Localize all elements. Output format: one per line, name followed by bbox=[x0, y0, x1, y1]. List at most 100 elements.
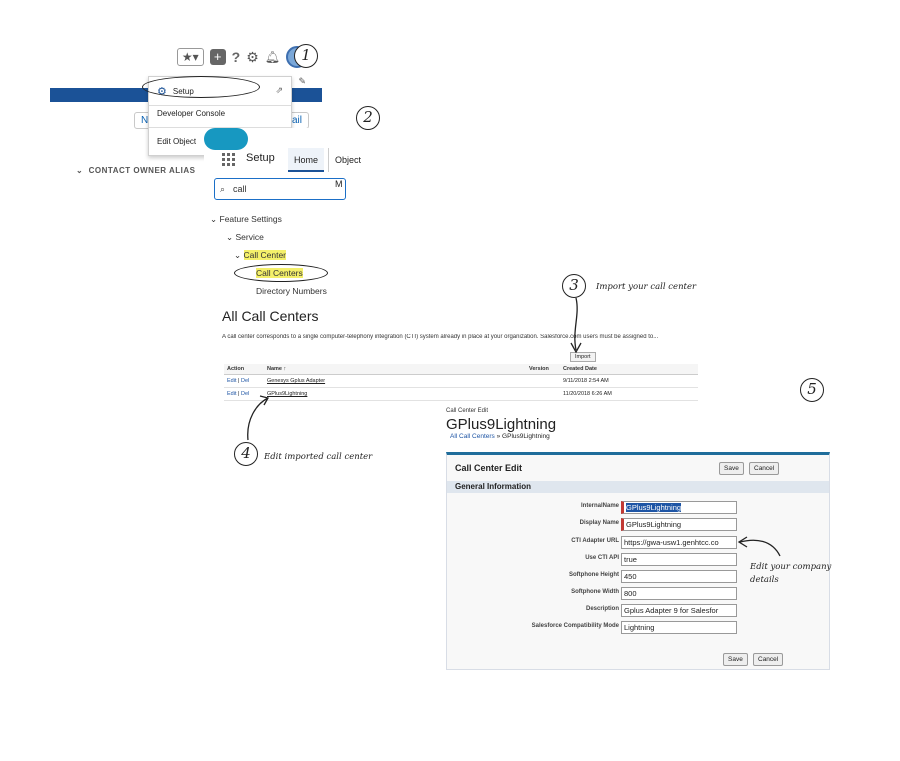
tab-object-manager[interactable]: Object M bbox=[328, 148, 364, 189]
app-title: Setup bbox=[246, 152, 275, 164]
del-link[interactable]: Del bbox=[241, 391, 249, 397]
chevron-down-icon: ⌄ bbox=[234, 250, 242, 260]
bell-icon[interactable]: 🔔︎ bbox=[265, 50, 280, 64]
softphone-height-input[interactable]: 450 bbox=[621, 570, 737, 583]
step-5-badge: 5 bbox=[800, 378, 824, 402]
page-title: All Call Centers bbox=[222, 308, 319, 324]
column-header-label: CONTACT OWNER ALIAS bbox=[88, 166, 196, 175]
company-details-note-1: Edit your company bbox=[750, 562, 832, 572]
column-header[interactable]: ⌄ CONTACT OWNER ALIAS bbox=[76, 166, 195, 175]
gear-icon[interactable]: ⚙ bbox=[246, 49, 259, 66]
chevron-down-icon: ⌄ bbox=[210, 214, 218, 224]
field-label: Description bbox=[585, 606, 619, 612]
field-label: CTI Adapter URL bbox=[571, 538, 619, 544]
setup-tree-panel: Setup Home Object M ⌕ call ⌄ Feature Set… bbox=[204, 128, 364, 300]
field-cti-adapter-url: CTI Adapter URL https://gwa-usw1.genhtcc… bbox=[447, 536, 829, 550]
field-label: Display Name bbox=[579, 520, 619, 526]
highlight-circle bbox=[234, 264, 328, 282]
salesforce-logo bbox=[204, 128, 248, 150]
field-label: Use CTI API bbox=[585, 555, 619, 561]
breadcrumb-separator: » bbox=[496, 433, 501, 440]
pencil-icon[interactable]: ✎ bbox=[298, 76, 306, 87]
field-value: GPlus9Lightning bbox=[626, 503, 682, 512]
save-button-bottom[interactable]: Save bbox=[723, 653, 748, 666]
col-action: Action bbox=[224, 364, 264, 375]
page-title: GPlus9Lightning bbox=[446, 416, 557, 433]
field-display-name: Display Name GPlus9Lightning bbox=[447, 518, 829, 532]
field-compatibility-mode: Salesforce Compatibility Mode Lightning bbox=[447, 621, 829, 635]
step-1-badge: 1 bbox=[294, 44, 318, 68]
display-name-input[interactable]: GPlus9Lightning bbox=[621, 518, 737, 531]
company-details-note-2: details bbox=[750, 575, 779, 585]
tree-label: Service bbox=[235, 232, 264, 242]
plus-icon[interactable]: + bbox=[209, 49, 226, 65]
internal-name-input[interactable]: GPlus9Lightning bbox=[621, 501, 737, 514]
del-link[interactable]: Del bbox=[241, 378, 249, 384]
edit-form: Call Center Edit Save Cancel General Inf… bbox=[446, 452, 830, 670]
help-icon[interactable]: ? bbox=[232, 49, 241, 65]
breadcrumb: All Call Centers » GPlus9Lightning bbox=[450, 433, 550, 440]
tree-directory-numbers[interactable]: Directory Numbers bbox=[256, 286, 327, 296]
field-description: Description Gplus Adapter 9 for Salesfor bbox=[447, 604, 829, 618]
edit-imported-note: Edit imported call center bbox=[264, 452, 373, 462]
search-value: call bbox=[233, 184, 247, 194]
field-label: Softphone Width bbox=[571, 589, 619, 595]
menu-item-label: Edit Object bbox=[157, 137, 197, 146]
row-actions: Edit | Del bbox=[224, 374, 264, 388]
version-cell bbox=[526, 387, 560, 401]
section-header: General Information bbox=[447, 481, 829, 493]
cancel-button-bottom[interactable]: Cancel bbox=[753, 653, 784, 666]
call-center-edit-panel: Call Center Edit GPlus9Lightning All Cal… bbox=[440, 404, 840, 672]
step-4-badge: 4 bbox=[234, 442, 258, 466]
field-label: InternalName bbox=[580, 503, 619, 509]
softphone-width-input[interactable]: 800 bbox=[621, 587, 737, 600]
field-internal-name: InternalName GPlus9Lightning bbox=[447, 501, 829, 515]
step-2-badge: 2 bbox=[356, 106, 380, 130]
call-center-name-link[interactable]: GPlus9Lightning bbox=[267, 391, 307, 397]
save-button[interactable]: Save bbox=[719, 462, 744, 475]
chevron-down-icon: ⌄ bbox=[226, 232, 234, 242]
tree-feature-settings[interactable]: ⌄ Feature Settings bbox=[210, 214, 282, 225]
table-header: Action Name ↑ Version Created Date bbox=[224, 364, 698, 375]
app-launcher-icon[interactable] bbox=[222, 153, 235, 166]
field-label: Salesforce Compatibility Mode bbox=[531, 623, 619, 629]
created-cell: 9/11/2018 2:54 AM bbox=[560, 374, 698, 388]
highlight-circle bbox=[142, 76, 260, 98]
tab-home[interactable]: Home bbox=[288, 148, 325, 172]
page-description: A call center corresponds to a single co… bbox=[222, 334, 659, 340]
cancel-button[interactable]: Cancel bbox=[749, 462, 780, 475]
breadcrumb-all-call-centers[interactable]: All Call Centers bbox=[450, 433, 495, 440]
cti-adapter-url-input[interactable]: https://gwa-usw1.genhtcc.co bbox=[621, 536, 737, 549]
call-centers-table: Action Name ↑ Version Created Date Edit … bbox=[224, 364, 698, 401]
tree-label: Directory Numbers bbox=[256, 286, 327, 296]
quick-find-input[interactable]: ⌕ call bbox=[214, 178, 346, 200]
breadcrumb-current: GPlus9Lightning bbox=[502, 433, 550, 440]
import-button[interactable]: Import bbox=[570, 352, 596, 362]
compatibility-mode-input[interactable]: Lightning bbox=[621, 621, 737, 634]
menu-item-edit-object[interactable]: Edit Object bbox=[157, 137, 196, 146]
global-header-toolbar: ★▾ + ? ⚙ 🔔︎ bbox=[176, 46, 308, 68]
step-3-badge: 3 bbox=[562, 274, 586, 298]
row-actions: Edit | Del bbox=[224, 387, 264, 401]
chevron-down-icon: ⌄ bbox=[76, 166, 84, 175]
page-type-label: Call Center Edit bbox=[446, 408, 489, 414]
col-name[interactable]: Name ↑ bbox=[264, 364, 526, 375]
star-icon[interactable]: ★▾ bbox=[176, 48, 204, 66]
import-note: Import your call center bbox=[596, 282, 697, 292]
tree-label: Call Center bbox=[243, 250, 287, 260]
tree-call-center[interactable]: ⌄ Call Center bbox=[234, 250, 287, 261]
form-title: Call Center Edit bbox=[455, 463, 523, 473]
col-created: Created Date bbox=[560, 364, 698, 375]
edit-link[interactable]: Edit bbox=[227, 391, 236, 397]
field-softphone-width: Softphone Width 800 bbox=[447, 587, 829, 601]
edit-link[interactable]: Edit bbox=[227, 378, 236, 384]
table-row: Edit | Del GPlus9Lightning 11/20/2018 6:… bbox=[224, 387, 698, 401]
use-cti-api-input[interactable]: true bbox=[621, 553, 737, 566]
version-cell bbox=[526, 374, 560, 388]
call-center-name-link[interactable]: Genesys Gplus Adapter bbox=[267, 378, 325, 384]
tree-service[interactable]: ⌄ Service bbox=[226, 232, 264, 243]
tree-label: Feature Settings bbox=[219, 214, 282, 224]
menu-item-developer-console[interactable]: Developer Console bbox=[157, 109, 225, 118]
description-input[interactable]: Gplus Adapter 9 for Salesfor bbox=[621, 604, 737, 617]
search-icon: ⌕ bbox=[220, 184, 226, 194]
